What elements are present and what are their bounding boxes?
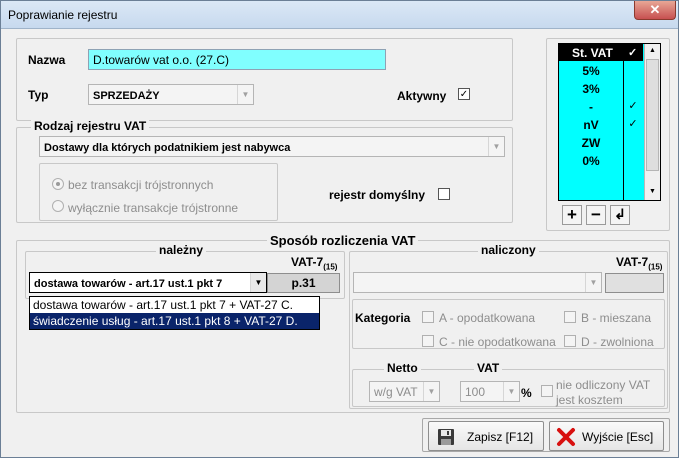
scroll-thumb[interactable]	[646, 59, 659, 171]
domyslny-checkbox[interactable]	[438, 188, 450, 200]
nazwa-label: Nazwa	[28, 53, 66, 67]
scroll-up-icon[interactable]: ▲	[645, 44, 660, 58]
cat-a-label: A - opodatkowana	[439, 311, 536, 325]
cat-c-label: C - nie opodatkowana	[439, 335, 556, 349]
cat-d-checkbox[interactable]	[564, 335, 576, 347]
cat-d-label: D - zwolniona	[581, 335, 654, 349]
cat-b-label: B - mieszana	[581, 311, 652, 325]
nie-odliczony-label: nie odliczony VAT	[556, 378, 651, 392]
title-bar[interactable]: Poprawianie rejestru ✕	[1, 1, 678, 29]
grid-rate: 5%	[582, 64, 600, 78]
save-button-label: Zapisz [F12]	[467, 430, 534, 444]
floppy-disk-icon	[438, 429, 454, 445]
grid-check: ✓	[628, 100, 638, 112]
percent-sign: %	[521, 386, 532, 400]
grid-rate: 0%	[582, 154, 600, 168]
radio-bez-trojstronnych[interactable]	[52, 178, 64, 190]
cat-b-checkbox[interactable]	[564, 311, 576, 323]
domyslny-label: rejestr domyślny	[329, 188, 426, 202]
scroll-down-icon[interactable]: ▼	[645, 185, 660, 199]
radio-wylacznie-trojstronne[interactable]	[52, 200, 64, 212]
cat-a-checkbox[interactable]	[422, 311, 434, 323]
grid-rate: nV	[583, 118, 599, 132]
vat-percent-select[interactable]: 100 ▼	[460, 381, 520, 402]
add-rate-button[interactable]: +	[562, 205, 582, 225]
nalezny-dropdown-list[interactable]: dostawa towarów - art.17 ust.1 pkt 7 + V…	[29, 296, 320, 330]
rodzaj-select[interactable]: Dostawy dla których podatnikiem jest nab…	[39, 136, 505, 157]
naliczony-p-field	[605, 273, 664, 293]
radio1-label: bez transakcji trójstronnych	[68, 178, 214, 192]
grid-check: ✓	[628, 118, 638, 130]
vat-legend: VAT	[474, 361, 503, 375]
vat-percent-value: 100	[465, 385, 486, 399]
grid-header-check: ✓	[628, 47, 638, 59]
chevron-down-icon: ▼	[488, 137, 504, 156]
naliczony-select[interactable]: ▼	[353, 272, 602, 293]
nalezny-select[interactable]: dostawa towarów - art.17 ust.1 pkt 7 ▼	[29, 272, 267, 293]
nalezny-legend: należny	[156, 243, 207, 257]
dropdown-option-selected[interactable]: świadczenie usług - art.17 ust.1 pkt 8 +…	[30, 313, 319, 329]
radio2-label: wyłącznie transakcje trójstronne	[68, 201, 239, 215]
rodzaj-legend: Rodzaj rejestru VAT	[31, 119, 150, 133]
netto-select[interactable]: w/g VAT ▼	[369, 381, 440, 402]
exit-button-label: Wyjście [Esc]	[582, 430, 654, 444]
chevron-down-icon: ▼	[503, 382, 519, 401]
netto-legend: Netto	[384, 361, 421, 375]
window-title: Poprawianie rejestru	[8, 8, 118, 22]
nie-odliczony-checkbox[interactable]	[541, 385, 553, 397]
chevron-down-icon: ▼	[237, 85, 253, 104]
rozliczenie-legend: Sposób rozliczenia VAT	[267, 233, 419, 248]
grid-row[interactable]: 3%	[559, 80, 643, 98]
cat-c-checkbox[interactable]	[422, 335, 434, 347]
grid-row[interactable]: ZW	[559, 134, 643, 152]
chevron-down-icon: ▼	[585, 273, 601, 292]
grid-header-rate: St. VAT	[572, 46, 613, 60]
grid-rate: ZW	[581, 136, 601, 150]
typ-value: SPRZEDAŻY	[93, 90, 160, 102]
dialog-body: Nazwa D.towarów vat o.o. (27.C) Typ SPRZ…	[8, 30, 672, 452]
aktywny-label: Aktywny	[397, 89, 447, 103]
dropdown-option[interactable]: dostawa towarów - art.17 ust.1 pkt 7 + V…	[30, 297, 319, 313]
rodzaj-value: Dostawy dla których podatnikiem jest nab…	[44, 142, 291, 154]
typ-label: Typ	[28, 88, 49, 102]
nazwa-field[interactable]: D.towarów vat o.o. (27.C)	[88, 49, 386, 70]
exit-button[interactable]: Wyjście [Esc]	[549, 421, 664, 451]
undo-button[interactable]: ↲	[610, 205, 630, 225]
nalezny-vat7-label: VAT-7(15)	[291, 255, 338, 272]
netto-value: w/g VAT	[374, 385, 418, 399]
chevron-down-icon[interactable]: ▼	[250, 273, 266, 292]
grid-rate: 3%	[582, 82, 600, 96]
grid-row[interactable]: - ✓	[559, 98, 643, 116]
nalezny-selected: dostawa towarów - art.17 ust.1 pkt 7	[34, 278, 223, 290]
red-x-icon	[557, 428, 575, 446]
remove-rate-button[interactable]: −	[586, 205, 606, 225]
nazwa-value: D.towarów vat o.o. (27.C)	[93, 53, 230, 67]
jest-kosztem-label: jest kosztem	[556, 393, 623, 407]
save-button[interactable]: Zapisz [F12]	[428, 421, 544, 451]
grid-row[interactable]: nV ✓	[559, 116, 643, 134]
grid-scrollbar[interactable]: ▲ ▼	[644, 44, 660, 200]
aktywny-checkbox[interactable]: ✓	[458, 88, 470, 100]
grid-row[interactable]: 5%	[559, 62, 643, 80]
kategoria-label: Kategoria	[355, 311, 411, 325]
nalezny-p-field: p.31	[267, 273, 340, 293]
vat-rate-grid[interactable]: St. VAT ✓ 5% 3% - ✓ nV ✓ ZW 0% ▲ ▼	[558, 43, 661, 201]
grid-row[interactable]: 0%	[559, 152, 643, 170]
chevron-down-icon: ▼	[423, 382, 439, 401]
typ-select[interactable]: SPRZEDAŻY ▼	[88, 84, 254, 105]
naliczony-legend: naliczony	[478, 243, 539, 257]
dialog-window: Poprawianie rejestru ✕ Nazwa D.towarów v…	[0, 0, 679, 458]
close-button[interactable]: ✕	[634, 1, 676, 20]
grid-header: St. VAT ✓	[559, 44, 643, 61]
naliczony-vat7-label: VAT-7(15)	[616, 255, 663, 272]
grid-rate: -	[589, 100, 593, 114]
